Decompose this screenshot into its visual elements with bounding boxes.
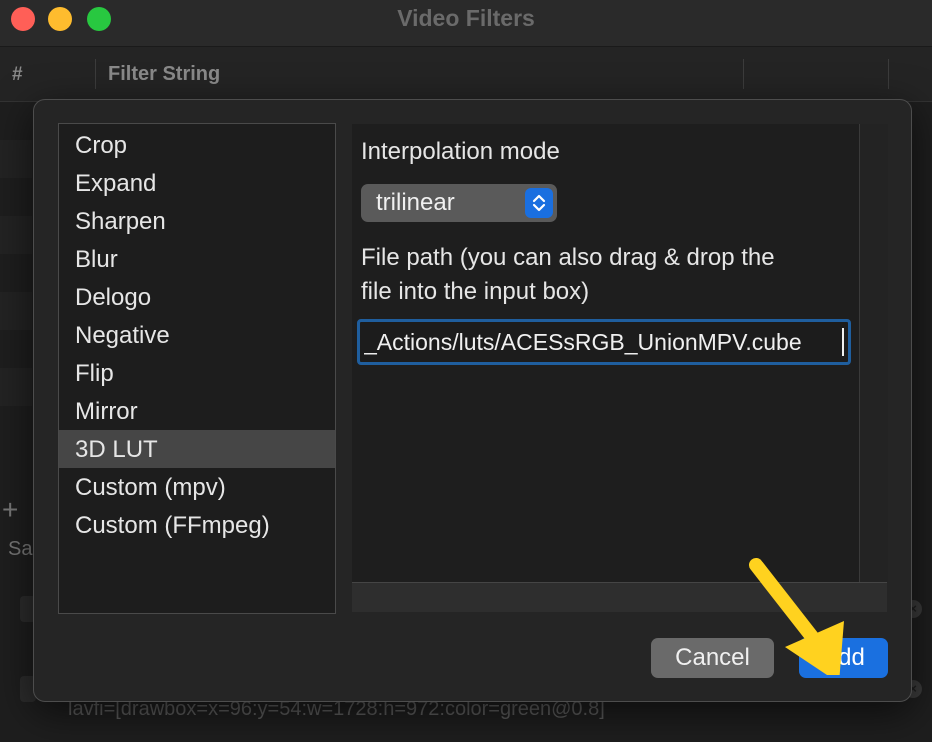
table-row [0, 140, 32, 178]
filter-item-flip[interactable]: Flip [59, 354, 335, 392]
filter-item-label: 3D LUT [75, 436, 158, 463]
table-row [0, 368, 32, 406]
filter-item-mirror[interactable]: Mirror [59, 392, 335, 430]
window-title: Video Filters [397, 5, 535, 31]
text-caret [842, 328, 844, 356]
filter-type-list[interactable]: Crop Expand Sharpen Blur Delogo Negative… [58, 123, 336, 614]
table-row [0, 216, 32, 254]
column-number-header[interactable]: # [12, 64, 23, 86]
title-bar: Video Filters [0, 0, 932, 47]
plus-icon[interactable]: + [2, 494, 18, 526]
filter-item-sharpen[interactable]: Sharpen [59, 202, 335, 240]
filter-item-label: Custom (FFmpeg) [75, 512, 270, 539]
filter-item-crop[interactable]: Crop [59, 126, 335, 164]
filter-item-label: Custom (mpv) [75, 474, 226, 501]
filter-item-expand[interactable]: Expand [59, 164, 335, 202]
annotation-arrow-icon [749, 558, 844, 675]
filter-item-label: Expand [75, 170, 157, 197]
filter-item-label: Flip [75, 360, 114, 387]
filter-table-header: # Filter String [0, 47, 932, 102]
filter-item-custom-mpv[interactable]: Custom (mpv) [59, 468, 335, 506]
vertical-scrollbar[interactable] [859, 124, 888, 582]
filter-item-delogo[interactable]: Delogo [59, 278, 335, 316]
filter-item-label: Delogo [75, 284, 152, 311]
filter-item-blur[interactable]: Blur [59, 240, 335, 278]
filter-item-custom-ffmpeg[interactable]: Custom (FFmpeg) [59, 506, 335, 544]
filter-item-3d-lut[interactable]: 3D LUT [59, 430, 335, 468]
interpolation-mode-value: trilinear [376, 189, 455, 216]
file-path-input[interactable] [364, 327, 839, 357]
filter-item-label: Mirror [75, 398, 138, 425]
file-path-label-continued: file into the input box) [361, 278, 590, 305]
column-filter-string-header[interactable]: Filter String [108, 63, 220, 86]
column-divider [888, 59, 889, 89]
interpolation-mode-label: Interpolation mode [361, 138, 560, 165]
table-row [0, 292, 32, 330]
column-divider [95, 59, 96, 89]
filter-item-label: Negative [75, 322, 170, 349]
file-path-field[interactable] [357, 319, 851, 365]
filter-item-label: Crop [75, 132, 128, 159]
section-label: Sa [8, 538, 33, 560]
filter-item-label: Sharpen [75, 208, 166, 235]
column-divider [743, 59, 744, 89]
add-filter-sheet: Crop Expand Sharpen Blur Delogo Negative… [33, 99, 912, 702]
filter-item-label: Blur [75, 246, 118, 273]
file-path-label: File path (you can also drag & drop the [361, 244, 775, 271]
filter-item-negative[interactable]: Negative [59, 316, 335, 354]
interpolation-mode-select[interactable]: trilinear [361, 184, 557, 222]
chevron-up-down-icon [525, 188, 553, 218]
